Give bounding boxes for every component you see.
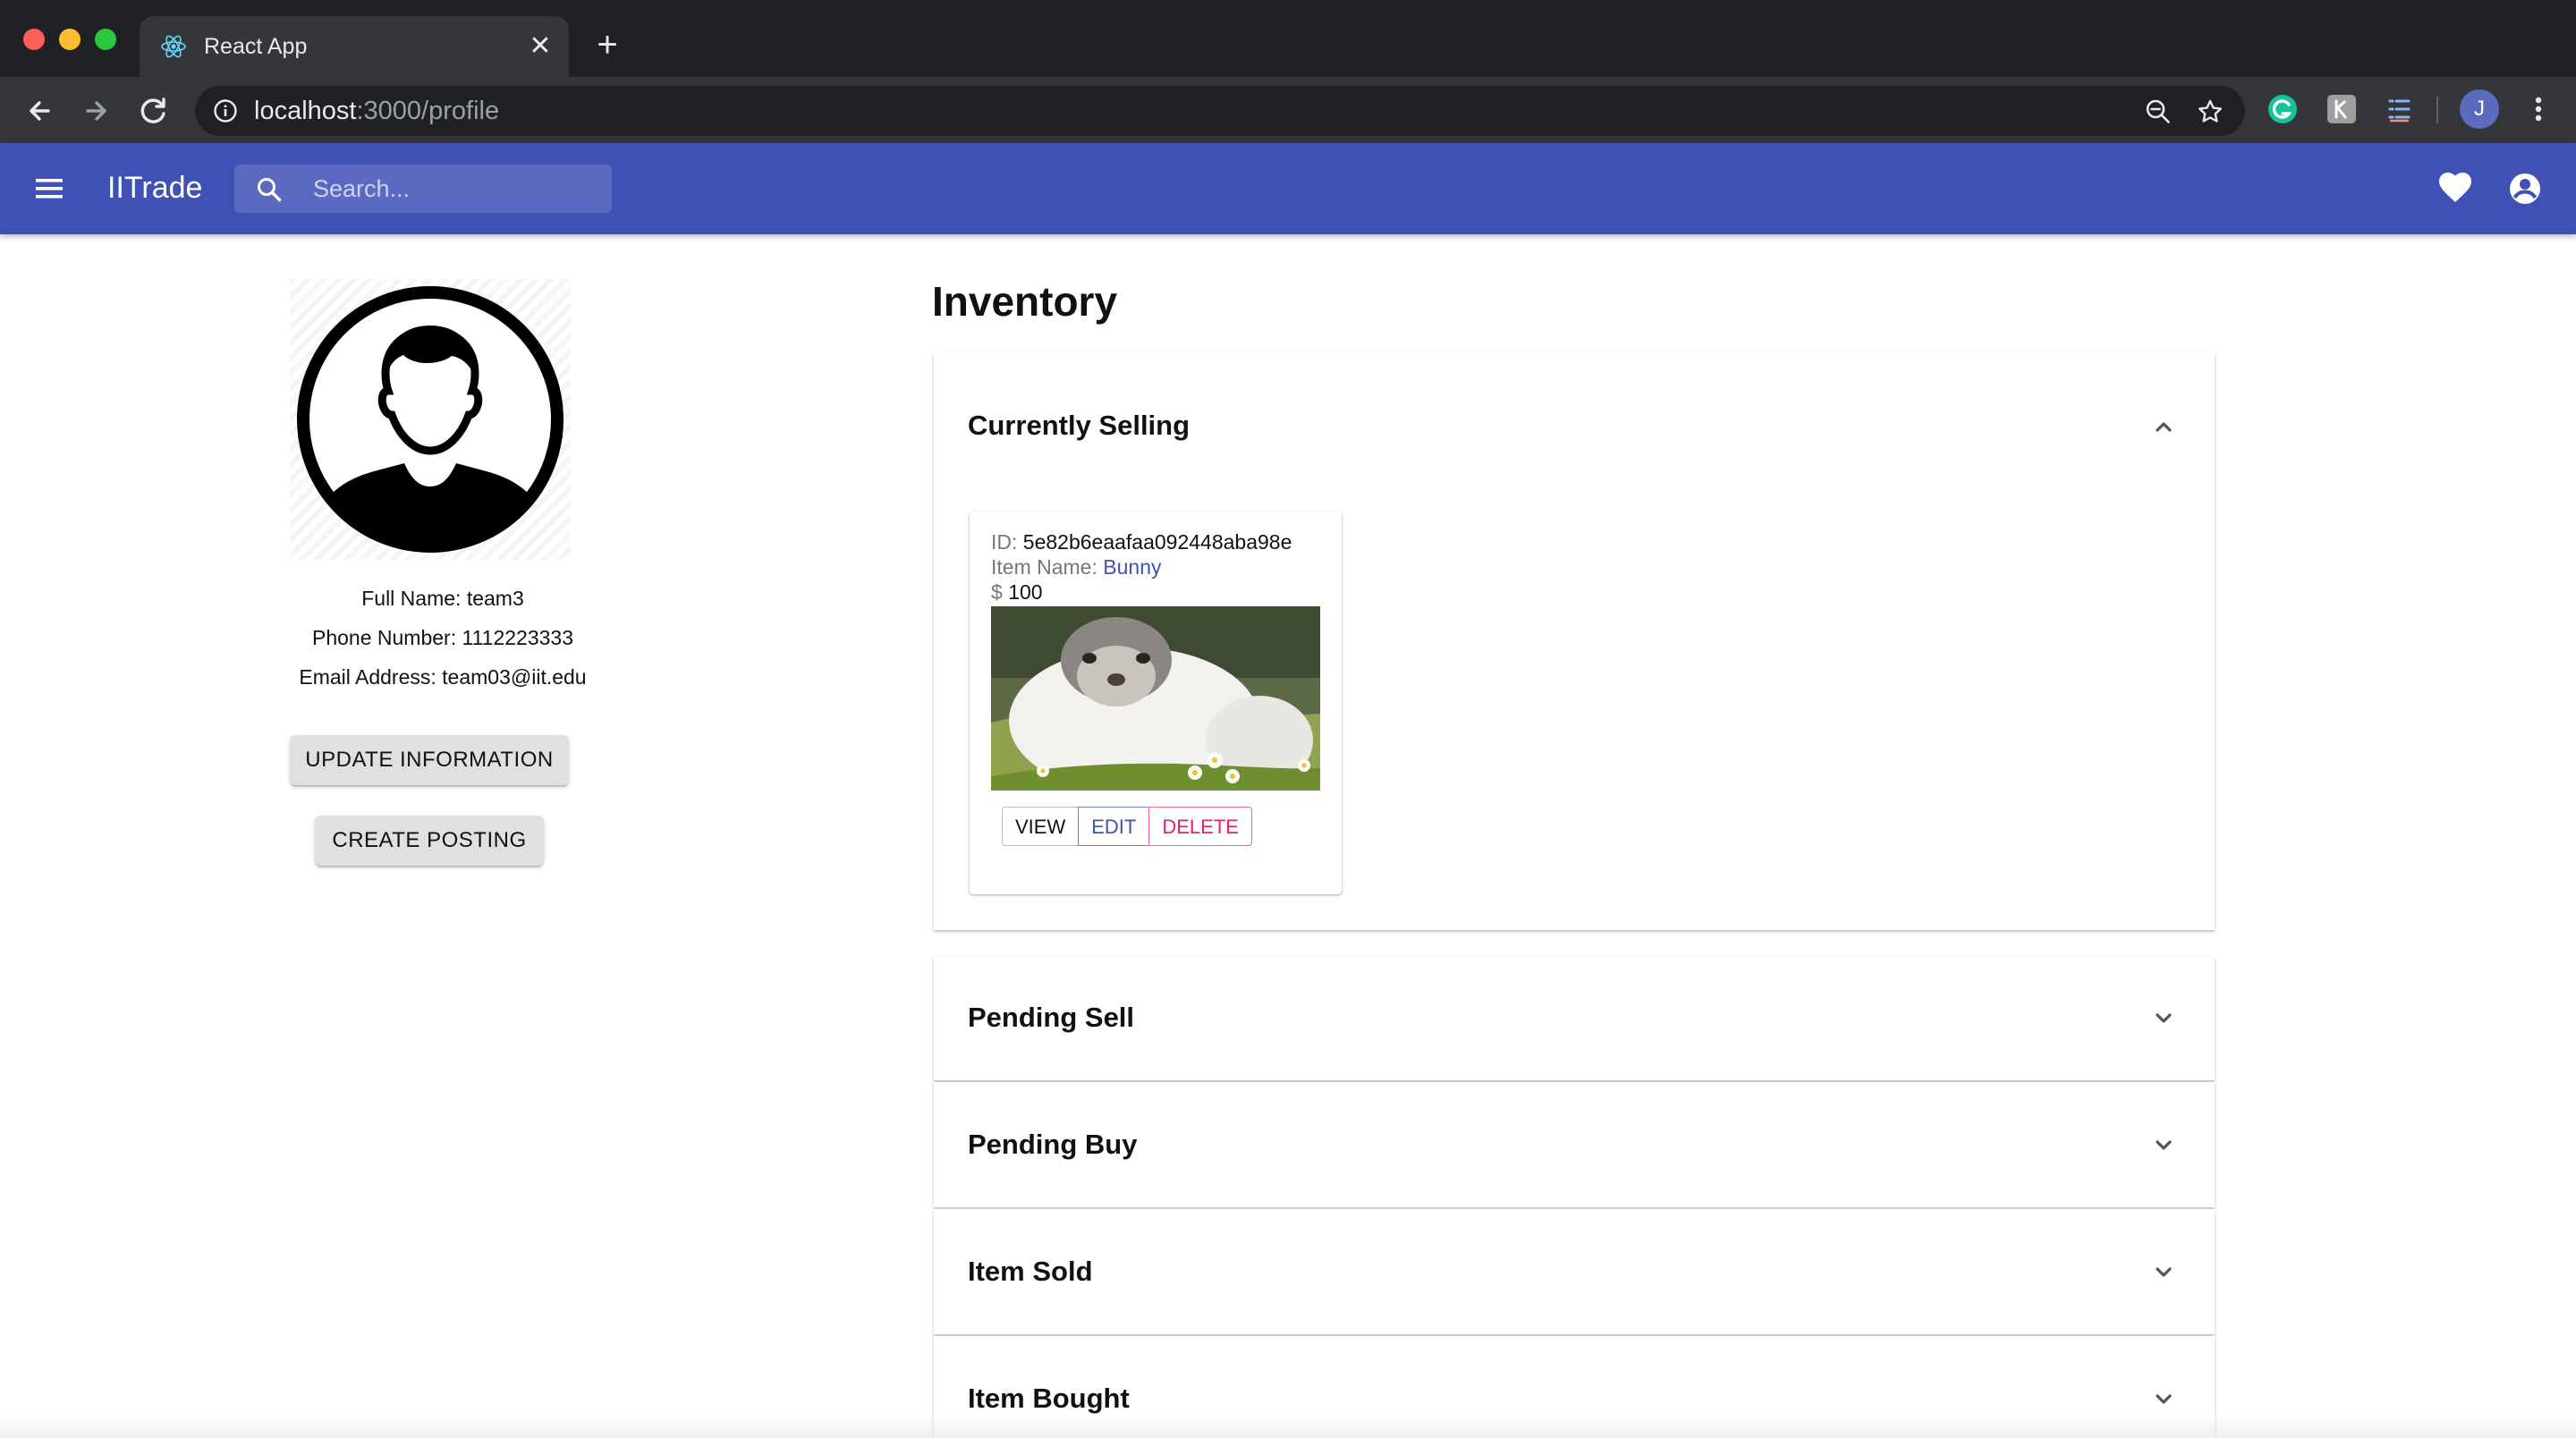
- maximize-window-button[interactable]: [95, 29, 116, 50]
- favorites-heart-icon[interactable]: [2436, 170, 2474, 207]
- item-bought-title[interactable]: Item Bought: [968, 1383, 1130, 1415]
- chevron-down-icon[interactable]: [2148, 1257, 2179, 1288]
- item-actions-group: VIEW EDIT DELETE: [1002, 807, 1252, 848]
- pending-buy-title[interactable]: Pending Buy: [968, 1129, 1137, 1161]
- chevron-down-icon[interactable]: [2148, 1130, 2179, 1161]
- currently-selling-panel: Currently Selling ID: 5e82b6eaafaa092448…: [934, 352, 2215, 930]
- item-id-value: 5e82b6eaafaa092448aba98e: [1022, 530, 1292, 554]
- reading-list-icon[interactable]: [2383, 93, 2415, 125]
- search-input[interactable]: [313, 165, 599, 213]
- item-id-line: ID: 5e82b6eaafaa092448aba98e: [991, 529, 1292, 554]
- url-path: :3000/profile: [356, 97, 500, 125]
- create-posting-button[interactable]: CREATE POSTING: [315, 816, 544, 866]
- window-bottom-shadow: [0, 1413, 2576, 1438]
- bunny-photo-illustration: [991, 606, 1326, 794]
- inventory-title: Inventory: [932, 278, 1118, 325]
- full-name-text: Full Name: team3: [361, 587, 524, 610]
- user-silhouette-icon: [297, 286, 564, 553]
- pending-sell-title[interactable]: Pending Sell: [968, 1002, 1134, 1034]
- item-price-line: $ 100: [991, 579, 1043, 605]
- browser-menu-icon[interactable]: [2522, 93, 2555, 125]
- browser-toolbar: localhost:3000/profile J: [0, 77, 2576, 143]
- delete-button[interactable]: DELETE: [1148, 807, 1252, 846]
- browser-tab[interactable]: React App ✕: [140, 16, 569, 77]
- minimize-window-button[interactable]: [59, 29, 80, 50]
- forward-icon[interactable]: [77, 91, 116, 131]
- site-info-icon[interactable]: [213, 98, 238, 123]
- chevron-down-icon[interactable]: [2148, 1003, 2179, 1034]
- email-address-text: Email Address: team03@iit.edu: [299, 665, 587, 689]
- item-sold-panel[interactable]: Item Sold: [934, 1209, 2215, 1334]
- item-name-link[interactable]: Bunny: [1103, 555, 1161, 579]
- zoom-out-icon[interactable]: [2145, 98, 2172, 125]
- view-button[interactable]: VIEW: [1002, 807, 1080, 846]
- currently-selling-title[interactable]: Currently Selling: [968, 410, 1190, 442]
- url-text: localhost:3000/profile: [254, 97, 499, 125]
- chevron-up-icon[interactable]: [2148, 411, 2179, 442]
- browser-tab-bar: React App ✕ +: [0, 0, 2576, 77]
- pending-buy-panel[interactable]: Pending Buy: [934, 1082, 2215, 1207]
- reload-icon[interactable]: [134, 91, 174, 131]
- extension-icon[interactable]: [2326, 93, 2358, 125]
- price-symbol: $: [991, 580, 1003, 604]
- app-bar: IITrade: [0, 143, 2576, 234]
- phone-number-text: Phone Number: 1112223333: [312, 626, 573, 649]
- profile-avatar: [290, 279, 571, 560]
- back-icon[interactable]: [20, 91, 59, 131]
- item-name-label: Item Name:: [991, 555, 1097, 579]
- item-price-value: 100: [1008, 580, 1043, 604]
- url-host: localhost: [254, 97, 357, 125]
- item-id-label: ID:: [991, 530, 1018, 554]
- chevron-down-icon[interactable]: [2148, 1384, 2179, 1415]
- browser-profile-avatar[interactable]: J: [2460, 89, 2499, 129]
- edit-button[interactable]: EDIT: [1078, 807, 1150, 846]
- item-card: ID: 5e82b6eaafaa092448aba98e Item Name: …: [970, 512, 1342, 894]
- hamburger-menu-icon[interactable]: [32, 173, 68, 204]
- react-icon: [161, 35, 186, 58]
- bookmark-star-icon[interactable]: [2197, 98, 2224, 125]
- new-tab-icon[interactable]: +: [587, 27, 628, 68]
- item-name-line: Item Name: Bunny: [991, 554, 1161, 579]
- pending-sell-panel[interactable]: Pending Sell: [934, 957, 2215, 1080]
- account-circle-icon[interactable]: [2506, 170, 2544, 207]
- search-box: [234, 165, 612, 213]
- toolbar-divider: [2436, 97, 2438, 123]
- item-photo[interactable]: [991, 606, 1326, 794]
- close-window-button[interactable]: [23, 29, 45, 50]
- address-bar[interactable]: localhost:3000/profile: [195, 86, 2245, 136]
- update-information-button[interactable]: UPDATE INFORMATION: [290, 735, 569, 785]
- item-sold-title[interactable]: Item Sold: [968, 1256, 1093, 1288]
- grammarly-icon[interactable]: [2267, 93, 2299, 125]
- close-tab-icon[interactable]: ✕: [524, 30, 556, 63]
- search-icon: [258, 178, 282, 202]
- app-brand[interactable]: IITrade: [107, 170, 202, 206]
- tab-title: React App: [204, 34, 308, 59]
